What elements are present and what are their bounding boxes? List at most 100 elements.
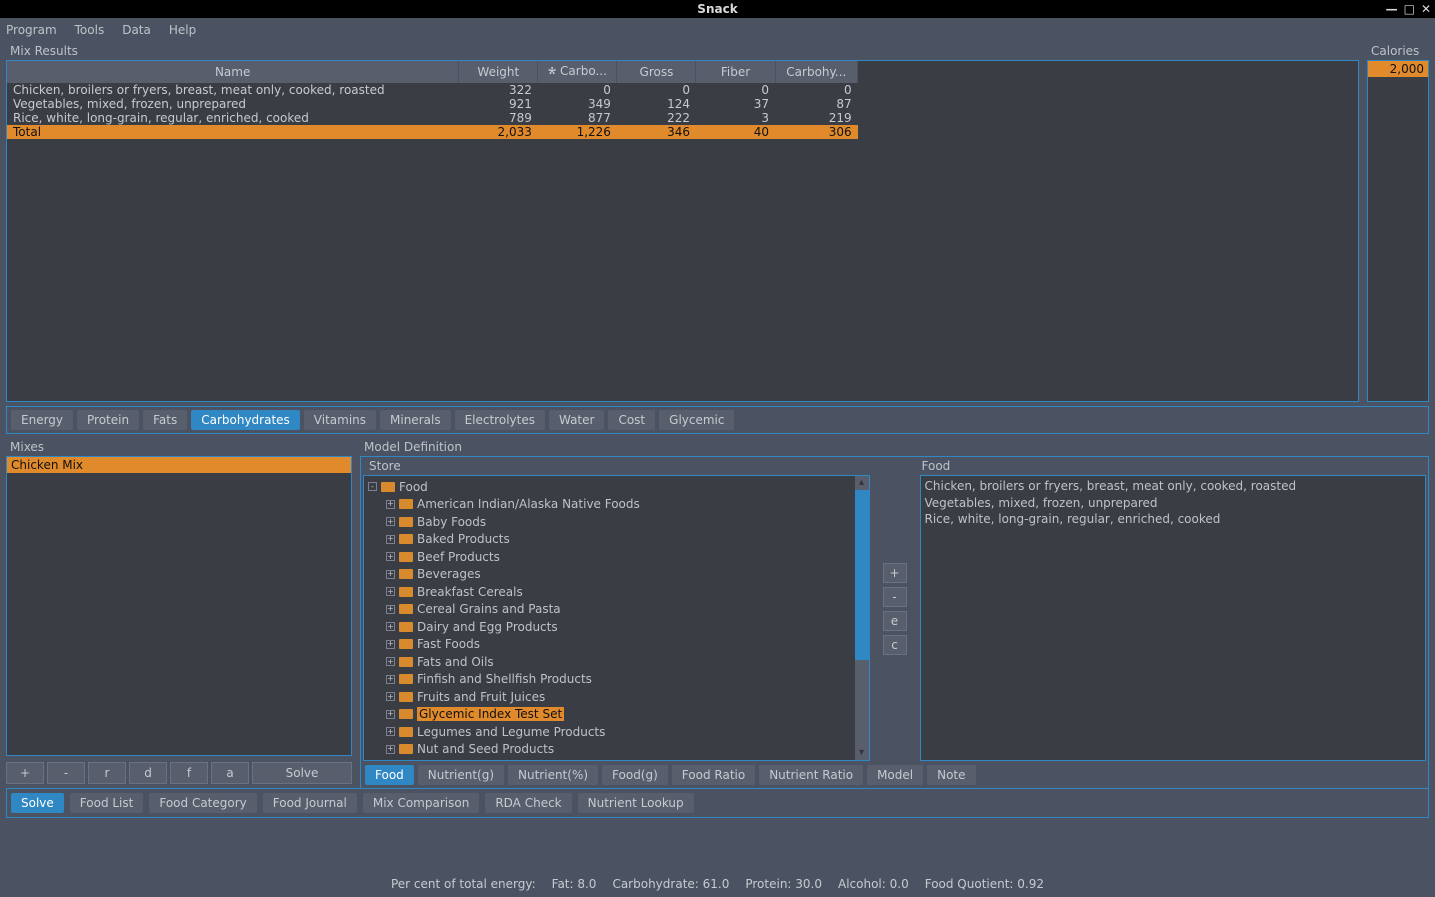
maximize-icon[interactable]: □ [1404,3,1415,15]
scroll-up-icon[interactable]: ▴ [855,476,869,490]
expand-icon[interactable]: + [386,587,395,596]
scroll-down-icon[interactable]: ▾ [855,746,869,760]
menu-tools[interactable]: Tools [75,23,105,37]
tab-solve[interactable]: Solve [11,793,64,813]
tab-food-g-[interactable]: Food(g) [602,765,668,785]
col-gross[interactable]: Gross [617,61,696,83]
expand-icon[interactable]: + [386,517,395,526]
tab-protein[interactable]: Protein [77,410,139,430]
tab-glycemic[interactable]: Glycemic [659,410,734,430]
tree-item[interactable]: +Dairy and Egg Products [364,618,869,636]
col-name[interactable]: Name [7,61,459,83]
tab-nutrient-ratio[interactable]: Nutrient Ratio [759,765,863,785]
expand-icon[interactable]: + [386,570,395,579]
menu-data[interactable]: Data [122,23,151,37]
tree-item[interactable]: +Legumes and Legume Products [364,723,869,741]
expand-icon[interactable]: + [386,605,395,614]
tree-item[interactable]: +Baby Foods [364,513,869,531]
expand-icon[interactable]: + [386,675,395,684]
tree-item[interactable]: +Nut and Seed Products [364,741,869,759]
tab-food-journal[interactable]: Food Journal [263,793,357,813]
tree-item[interactable]: +Cereal Grains and Pasta [364,601,869,619]
expand-icon[interactable]: + [386,535,395,544]
tab-energy[interactable]: Energy [11,410,73,430]
expand-icon[interactable]: + [386,692,395,701]
cell-carbo: 0 [538,83,617,97]
col-fiber[interactable]: Fiber [696,61,775,83]
mix-f-button[interactable]: f [170,762,208,784]
menu-program[interactable]: Program [6,23,57,37]
col-carbohy[interactable]: Carbohy... [775,61,858,83]
tab-model[interactable]: Model [867,765,923,785]
mix-add-button[interactable]: + [6,762,44,784]
tree-item[interactable]: +Fast Foods [364,636,869,654]
menu-help[interactable]: Help [169,23,196,37]
tab-electrolytes[interactable]: Electrolytes [455,410,545,430]
close-icon[interactable]: ✕ [1421,3,1431,15]
tree-item[interactable]: +Baked Products [364,531,869,549]
tab-nutrient-[interactable]: Nutrient(%) [508,765,598,785]
transfer-remove-button[interactable]: - [883,587,907,607]
expand-icon[interactable]: + [386,727,395,736]
tree-item[interactable]: + Fruits and Fruit Juices [364,688,869,706]
list-item[interactable]: Chicken, broilers or fryers, breast, mea… [925,478,1422,495]
tree-item[interactable]: +Breakfast Cereals [364,583,869,601]
tree-item[interactable]: +Glycemic Index Test Set [364,706,869,724]
expand-icon[interactable]: + [386,640,395,649]
table-row-total[interactable]: Total2,0331,22634640306 [7,125,858,139]
calories-value[interactable]: 2,000 [1368,61,1428,77]
expand-icon[interactable]: + [386,710,395,719]
col-weight[interactable]: Weight [459,61,538,83]
mix-results-panel: Name Weight 🞱 Carbo... Gross Fiber Carbo… [6,60,1359,402]
tab-minerals[interactable]: Minerals [380,410,451,430]
tab-nutrient-g-[interactable]: Nutrient(g) [418,765,504,785]
mixes-item-selected[interactable]: Chicken Mix [7,457,351,473]
tab-rda-check[interactable]: RDA Check [485,793,571,813]
table-row[interactable]: Rice, white, long-grain, regular, enrich… [7,111,858,125]
tree-item[interactable]: +Finfish and Shellfish Products [364,671,869,689]
list-item[interactable]: Rice, white, long-grain, regular, enrich… [925,511,1422,528]
mix-solve-button[interactable]: Solve [252,762,352,784]
tree-item[interactable]: +Fats and Oils [364,653,869,671]
expand-icon[interactable]: + [386,622,395,631]
minimize-icon[interactable]: — [1386,3,1398,15]
tab-cost[interactable]: Cost [608,410,655,430]
list-item[interactable]: Vegetables, mixed, frozen, unprepared [925,495,1422,512]
scroll-thumb[interactable] [855,490,869,660]
table-row[interactable]: Vegetables, mixed, frozen, unprepared921… [7,97,858,111]
mix-remove-button[interactable]: - [47,762,85,784]
tree-item[interactable]: +Beef Products [364,548,869,566]
tree-label: Fruits and Fruit Juices [417,690,545,704]
tab-food-list[interactable]: Food List [70,793,144,813]
mix-a-button[interactable]: a [211,762,249,784]
tab-food-ratio[interactable]: Food Ratio [672,765,755,785]
tab-food-category[interactable]: Food Category [149,793,256,813]
tab-water[interactable]: Water [549,410,604,430]
tree-item[interactable]: +American Indian/Alaska Native Foods [364,496,869,514]
tab-mix-comparison[interactable]: Mix Comparison [363,793,479,813]
transfer-c-button[interactable]: c [883,635,907,655]
tab-carbohydrates[interactable]: Carbohydrates [191,410,300,430]
mix-r-button[interactable]: r [88,762,126,784]
tab-fats[interactable]: Fats [143,410,187,430]
expand-icon[interactable]: + [386,745,395,754]
cell-fiber: 37 [696,97,775,111]
transfer-add-button[interactable]: + [883,563,907,583]
tree-item[interactable]: +Beverages [364,566,869,584]
tab-food[interactable]: Food [365,765,414,785]
expand-icon[interactable]: + [386,657,395,666]
expand-icon[interactable]: + [386,500,395,509]
table-row[interactable]: Chicken, broilers or fryers, breast, mea… [7,83,858,97]
tab-vitamins[interactable]: Vitamins [304,410,376,430]
bottom-action-bar: Solve Food ListFood Category Food Journal M… [6,788,1429,818]
mix-d-button[interactable]: d [129,762,167,784]
expand-icon[interactable]: + [386,552,395,561]
tab-note[interactable]: Note [927,765,975,785]
tree-root[interactable]: -Food [364,478,869,496]
transfer-e-button[interactable]: e [883,611,907,631]
cell-fiber: 3 [696,111,775,125]
scrollbar[interactable]: ▴ ▾ [855,476,869,760]
tab-nutrient-lookup[interactable]: Nutrient Lookup [578,793,694,813]
col-carbo-sort[interactable]: 🞱 Carbo... [538,61,617,83]
collapse-icon[interactable]: - [368,482,377,491]
